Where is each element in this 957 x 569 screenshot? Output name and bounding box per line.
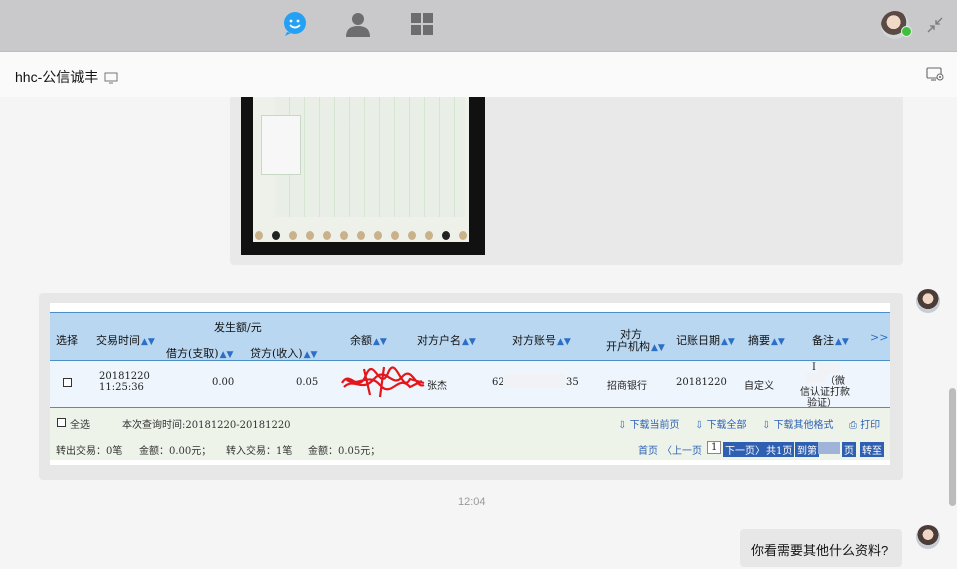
chat-header: hhc-公信诚丰 [0, 52, 957, 97]
in-count: 转入交易：1笔 [226, 446, 293, 457]
col-time[interactable]: 交易时间▲▼ [96, 332, 155, 348]
row-summary: 自定义 [744, 381, 774, 392]
page-number-input[interactable] [818, 442, 840, 454]
col-select: 选择 [56, 334, 78, 347]
statement-footer: 全选 本次查询时间:20181220-20181220 ⇩ 下载当前页 ⇩ 下载… [50, 408, 890, 460]
redacted-remark-2 [806, 373, 826, 383]
download-all-link[interactable]: ⇩ 下载全部 [695, 416, 747, 431]
out-count: 转出交易：0笔 [56, 446, 123, 457]
grid-icon[interactable] [408, 10, 436, 38]
row-date: 20181220 [99, 371, 150, 382]
row-debit: 0.00 [212, 377, 235, 388]
chat-title: hhc-公信诚丰 [15, 67, 118, 87]
row-remark-4: 验证） [807, 398, 837, 409]
bank-statement-image[interactable]: 选择 交易时间▲▼ 发生额/元 借方(支取)▲▼ 贷方(收入)▲▼ 余额▲▼ 对… [50, 303, 890, 465]
go-button[interactable]: 转至 [860, 442, 884, 457]
col-bank-line2[interactable]: 开户机构▲▼ [606, 338, 665, 354]
first-page-link[interactable]: 首页 [638, 442, 658, 457]
redaction-scribble [341, 366, 425, 398]
current-page[interactable]: 1 [707, 441, 722, 454]
row-credit: 0.05 [296, 377, 319, 388]
col-counterparty-name[interactable]: 对方户名▲▼ [417, 332, 476, 348]
row-checkbox[interactable] [63, 378, 72, 387]
online-status-dot [901, 26, 912, 37]
in-amount: 金额：0.05元； [308, 446, 381, 457]
out-amount: 金额：0.00元； [139, 446, 212, 457]
download-current-link[interactable]: ⇩ 下载当前页 [618, 416, 680, 431]
row-bank: 招商银行 [607, 381, 647, 392]
row-remark-1: I [812, 362, 816, 373]
chat-title-text: hhc-公信诚丰 [15, 69, 99, 85]
form-box [261, 115, 301, 175]
person-icon[interactable] [344, 10, 372, 38]
table-header: 选择 交易时间▲▼ 发生额/元 借方(支取)▲▼ 贷方(收入)▲▼ 余额▲▼ 对… [50, 312, 890, 361]
col-remark[interactable]: 备注▲▼ [812, 332, 849, 348]
print-link[interactable]: ⎙ 打印 [849, 416, 880, 431]
chat-settings-icon[interactable] [926, 66, 944, 82]
col-posting-date[interactable]: 记账日期▲▼ [676, 332, 735, 348]
more-columns-button[interactable]: >> [870, 331, 888, 344]
col-balance[interactable]: 余额▲▼ [350, 332, 387, 348]
row-counterparty-name: 张杰 [427, 381, 447, 392]
goto-label: 到第 [795, 442, 819, 457]
download-other-link[interactable]: ⇩ 下载其他格式 [762, 416, 834, 431]
row-time: 11:25:36 [99, 382, 144, 393]
user-avatar[interactable] [881, 11, 912, 39]
page-unit: 页 [842, 442, 856, 457]
shared-photo[interactable] [241, 97, 485, 255]
form-lines [275, 97, 465, 217]
chat-bubble-icon[interactable] [281, 10, 309, 38]
chat-messages: 选择 交易时间▲▼ 发生额/元 借方(支取)▲▼ 贷方(收入)▲▼ 余额▲▼ 对… [0, 97, 957, 569]
message-text: 你看需要其他什么资料? [751, 543, 889, 558]
col-credit[interactable]: 贷方(收入)▲▼ [250, 345, 317, 361]
chat-scrollbar[interactable] [949, 388, 956, 506]
row-posting-date: 20181220 [676, 377, 727, 388]
select-all-label[interactable]: 全选 [70, 416, 90, 431]
document-paper [253, 97, 469, 242]
perforation-holes [255, 227, 467, 243]
query-time: 本次查询时间:20181220-20181220 [122, 420, 291, 431]
text-message-bubble[interactable]: 你看需要其他什么资料? [740, 529, 902, 567]
row-account-suffix: 35 [566, 377, 579, 388]
contact-avatar[interactable] [916, 289, 940, 313]
select-all-checkbox[interactable] [57, 418, 66, 427]
redacted-account [503, 374, 565, 388]
total-pages: 共1页 [764, 442, 795, 457]
table-row: 20181220 11:25:36 0.00 0.05 张杰 62 35 招商银… [50, 361, 890, 409]
contact-avatar[interactable] [916, 525, 940, 549]
collapse-icon[interactable] [926, 16, 944, 34]
col-counterparty-account[interactable]: 对方账号▲▼ [512, 332, 571, 348]
top-nav-bar [0, 0, 957, 52]
time-separator: 12:04 [458, 496, 486, 508]
col-debit[interactable]: 借方(支取)▲▼ [166, 345, 233, 361]
col-summary[interactable]: 摘要▲▼ [748, 332, 785, 348]
col-amount-group: 发生额/元 [214, 321, 262, 334]
monitor-icon[interactable] [104, 71, 118, 84]
prev-page-link[interactable]: 〈上一页 [662, 442, 702, 457]
next-page-button[interactable]: 下一页〉 [723, 442, 767, 457]
